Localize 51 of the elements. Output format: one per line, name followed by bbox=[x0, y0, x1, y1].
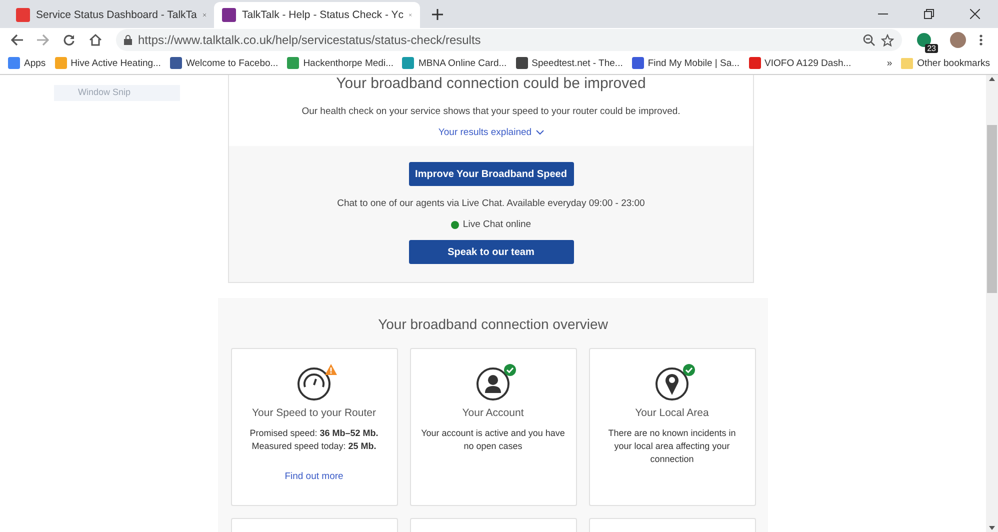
home-icon[interactable] bbox=[88, 34, 102, 46]
speedometer-icon bbox=[297, 367, 331, 401]
bookmark-link[interactable]: Hive Active Heating... bbox=[54, 57, 161, 69]
result-message: Our health check on your service shows that your speed to your router could be improved. bbox=[302, 106, 680, 117]
scrollbar-thumb[interactable] bbox=[987, 124, 997, 292]
bookmark-link[interactable]: VIOFO A129 Dash... bbox=[748, 57, 852, 69]
bookmark-link[interactable]: Speedtest.net - The... bbox=[516, 57, 623, 69]
bookmarks-overflow-button[interactable]: » bbox=[886, 58, 892, 68]
zoom-icon[interactable] bbox=[863, 34, 875, 46]
back-arrow-icon[interactable] bbox=[11, 34, 23, 46]
scroll-down-icon[interactable] bbox=[989, 526, 995, 530]
find-out-more-link[interactable]: Find out more bbox=[284, 471, 344, 482]
plus-icon[interactable] bbox=[432, 8, 442, 20]
bookmark-link[interactable]: MBNA Online Card... bbox=[402, 57, 507, 69]
bookmark-link[interactable]: Welcome to Facebo... bbox=[170, 57, 278, 69]
snip-overlay-label: Window Snip bbox=[54, 85, 180, 101]
folder-icon bbox=[901, 57, 914, 69]
chevron-down-icon[interactable] bbox=[536, 130, 544, 135]
overview-title: Your broadband connection overview bbox=[378, 316, 608, 332]
location-pin-icon bbox=[655, 367, 689, 401]
bookmark-link[interactable]: Hackenthorpe Medi... bbox=[287, 57, 394, 69]
other-bookmarks-link[interactable]: Other bookmarks bbox=[901, 57, 990, 69]
card-title: Your Account bbox=[462, 407, 524, 419]
lock-icon bbox=[124, 35, 132, 45]
scroll-up-icon[interactable] bbox=[989, 77, 995, 81]
bookmark-link[interactable]: Apps bbox=[8, 57, 46, 69]
results-explained-link[interactable]: Your results explained bbox=[438, 127, 544, 138]
restore-icon[interactable] bbox=[924, 9, 934, 19]
card-text: Promised speed: 36 Mb–52 Mb. bbox=[250, 427, 378, 440]
star-icon[interactable] bbox=[881, 34, 894, 46]
improve-speed-button[interactable]: Improve Your Broadband Speed bbox=[408, 162, 574, 186]
extension-icon[interactable] bbox=[917, 33, 931, 47]
card-text: There are no known incidents in your local area affecting your connection bbox=[607, 427, 737, 466]
chat-status-text: Live Chat online bbox=[462, 219, 532, 230]
close-icon[interactable] bbox=[970, 9, 980, 19]
extension-badge: 23 bbox=[925, 44, 938, 53]
card-title: Your Speed to your Router bbox=[252, 407, 376, 419]
profile-avatar[interactable] bbox=[950, 32, 966, 48]
person-icon bbox=[476, 367, 510, 401]
menu-dots-icon[interactable] bbox=[979, 34, 983, 46]
result-title: Your broadband connection could be improved bbox=[336, 75, 646, 92]
chat-info-text: Chat to one of our agents via Live Chat. Available everyday 09:00 - 23:00 bbox=[337, 198, 645, 209]
address-bar[interactable]: https://www.talktalk.co.uk/help/servicestatus/status-check/results bbox=[116, 29, 902, 51]
speak-to-team-button[interactable]: Speak to our team bbox=[408, 240, 574, 264]
bookmark-link[interactable]: Find My Mobile | Sa... bbox=[632, 57, 740, 69]
browser-tab[interactable]: Service Status Dashboard - TalkTa bbox=[8, 2, 214, 28]
reload-icon[interactable] bbox=[63, 34, 75, 46]
card-text: Measured speed today: 25 Mb. bbox=[252, 440, 376, 453]
card-title: Your Local Area bbox=[635, 407, 709, 419]
card-text: Your account is active and you have no open cases bbox=[420, 427, 566, 453]
browser-tab[interactable]: TalkTalk - Help - Status Check - Yc bbox=[214, 2, 420, 28]
